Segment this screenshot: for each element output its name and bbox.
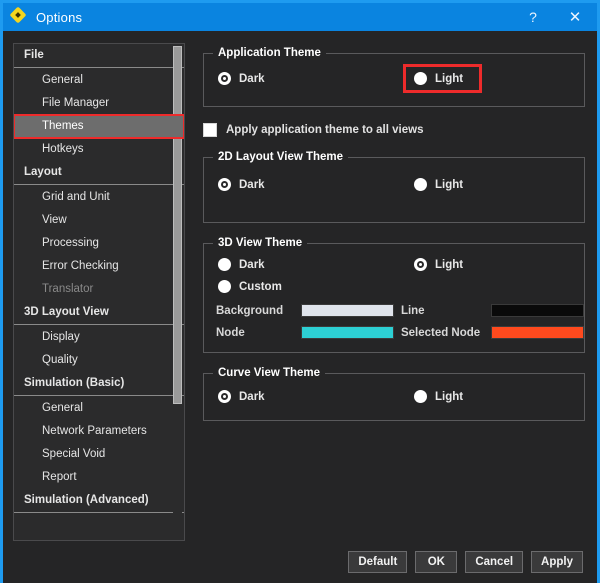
- layout-2d-light-option[interactable]: Light: [414, 178, 463, 191]
- radio-icon: [218, 280, 231, 293]
- node-swatch-label: Node: [216, 326, 245, 339]
- cancel-button[interactable]: Cancel: [465, 551, 524, 573]
- sidebar-item-network-parameters[interactable]: Network Parameters: [14, 420, 184, 443]
- sidebar-item-report[interactable]: Report: [14, 466, 184, 489]
- view-3d-light-label: Light: [435, 258, 464, 271]
- sidebar-item-error-checking[interactable]: Error Checking: [14, 255, 184, 278]
- view-3d-dark-option[interactable]: Dark: [218, 258, 414, 271]
- line-swatch-label: Line: [400, 304, 425, 317]
- dialog-body: File General File Manager Themes Hotkeys Layo…: [3, 31, 597, 541]
- options-dialog: Options ? ✕ File General File Manager Theme…: [0, 0, 600, 583]
- radio-icon: [218, 390, 231, 403]
- sidebar-item-themes[interactable]: Themes: [14, 114, 184, 139]
- view-3d-custom-option[interactable]: Custom: [218, 280, 282, 293]
- curve-view-theme-group: Curve View Theme Dark Light: [203, 367, 585, 421]
- sidebar-item-simulation-advanced: Simulation (Advanced): [14, 489, 184, 513]
- curve-view-dark-option[interactable]: Dark: [218, 390, 414, 403]
- application-theme-light-option[interactable]: Light: [402, 64, 483, 93]
- layout-2d-theme-legend: 2D Layout View Theme: [213, 151, 349, 163]
- sidebar-item-hotkeys[interactable]: Hotkeys: [14, 138, 184, 161]
- sidebar-nav-list: File General File Manager Themes Hotkeys Layo…: [14, 44, 184, 514]
- radio-icon: [414, 390, 427, 403]
- radio-icon: [414, 72, 427, 85]
- sidebar-item-general[interactable]: General: [14, 69, 184, 92]
- sidebar-item-processing[interactable]: Processing: [14, 232, 184, 255]
- radio-icon: [414, 178, 427, 191]
- curve-view-dark-label: Dark: [239, 390, 265, 403]
- application-theme-legend: Application Theme: [213, 47, 326, 59]
- apply-all-views-checkbox[interactable]: [203, 123, 217, 137]
- radio-icon: [218, 258, 231, 271]
- apply-all-views-row[interactable]: Apply application theme to all views: [203, 123, 585, 137]
- application-theme-group: Application Theme Dark Light: [203, 47, 585, 107]
- layout-2d-theme-group: 2D Layout View Theme Dark Light: [203, 151, 585, 223]
- sidebar-item-grid-and-unit[interactable]: Grid and Unit: [14, 186, 184, 209]
- window-controls: ? ✕: [513, 3, 597, 31]
- line-color-swatch[interactable]: [491, 304, 584, 317]
- sidebar-item-simulation-basic: Simulation (Basic): [14, 372, 184, 396]
- view-3d-theme-legend: 3D View Theme: [213, 237, 308, 249]
- radio-icon: [218, 72, 231, 85]
- radio-icon: [414, 258, 427, 271]
- view-3d-dark-label: Dark: [239, 258, 265, 271]
- selected-node-color-swatch[interactable]: [491, 326, 584, 339]
- apply-all-views-label: Apply application theme to all views: [226, 124, 424, 136]
- diamond-icon: [9, 6, 29, 26]
- ok-button[interactable]: OK: [415, 551, 458, 573]
- settings-pane: Application Theme Dark Light Apply appli…: [203, 43, 585, 541]
- sidebar-item-quality[interactable]: Quality: [14, 349, 184, 372]
- background-color-swatch[interactable]: [301, 304, 394, 317]
- node-color-swatch[interactable]: [301, 326, 394, 339]
- curve-view-theme-legend: Curve View Theme: [213, 367, 326, 379]
- sidebar-item-view[interactable]: View: [14, 209, 184, 232]
- application-theme-dark-option[interactable]: Dark: [218, 72, 414, 85]
- sidebar-item-display[interactable]: Display: [14, 326, 184, 349]
- help-icon[interactable]: ?: [513, 3, 553, 31]
- view-3d-custom-label: Custom: [239, 280, 282, 293]
- curve-view-light-label: Light: [435, 390, 464, 403]
- sidebar-item-file-manager[interactable]: File Manager: [14, 92, 184, 115]
- sidebar-item-layout: Layout: [14, 161, 184, 185]
- layout-2d-dark-option[interactable]: Dark: [218, 178, 414, 191]
- settings-sidebar: File General File Manager Themes Hotkeys Layo…: [13, 43, 185, 541]
- sidebar-item-translator[interactable]: Translator: [14, 278, 184, 301]
- application-theme-light-label: Light: [435, 72, 464, 85]
- sidebar-item-file: File: [14, 44, 184, 68]
- dialog-footer: Default OK Cancel Apply: [3, 541, 597, 583]
- default-button[interactable]: Default: [348, 551, 408, 573]
- apply-button[interactable]: Apply: [531, 551, 583, 573]
- background-swatch-label: Background: [216, 304, 284, 317]
- title-bar: Options ? ✕: [3, 3, 597, 31]
- sidebar-item-general[interactable]: General: [14, 397, 184, 420]
- sidebar-item-special-void[interactable]: Special Void: [14, 443, 184, 466]
- view-3d-theme-group: 3D View Theme Dark Light Custom Backgrou…: [203, 237, 585, 353]
- sidebar-scrollbar-thumb[interactable]: [173, 46, 182, 404]
- sidebar-item-3d-layout-view: 3D Layout View: [14, 301, 184, 325]
- layout-2d-light-label: Light: [435, 178, 464, 191]
- layout-2d-dark-label: Dark: [239, 178, 265, 191]
- selected-node-swatch-label: Selected Node: [400, 326, 481, 339]
- application-theme-dark-label: Dark: [239, 72, 265, 85]
- radio-icon: [218, 178, 231, 191]
- view-3d-light-option[interactable]: Light: [414, 258, 463, 271]
- window-title: Options: [36, 9, 83, 25]
- curve-view-light-option[interactable]: Light: [414, 390, 463, 403]
- close-icon[interactable]: ✕: [553, 3, 597, 31]
